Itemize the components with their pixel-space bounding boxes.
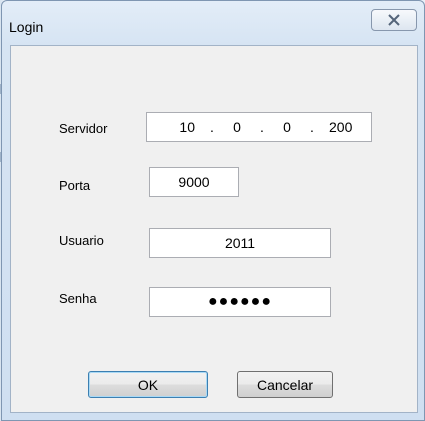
ip-separator: .	[310, 119, 314, 135]
ip-octet-1[interactable]: 10	[159, 119, 195, 135]
ip-octet-4[interactable]: 200	[329, 119, 359, 135]
close-button[interactable]	[371, 9, 417, 31]
ok-button[interactable]: OK	[88, 371, 208, 398]
servidor-ip-field[interactable]: 10 . 0 . 0 . 200	[146, 112, 372, 142]
ip-separator: .	[260, 119, 264, 135]
title-bar[interactable]: Login	[2, 1, 424, 45]
senha-field[interactable]: ●●●●●●	[149, 287, 331, 317]
ip-octet-3[interactable]: 0	[279, 119, 295, 135]
cancel-button[interactable]: Cancelar	[237, 371, 333, 398]
close-icon	[388, 14, 400, 26]
porta-label: Porta	[59, 178, 91, 193]
usuario-field[interactable]: 2011	[149, 228, 331, 258]
senha-label: Senha	[59, 291, 97, 306]
ip-octet-2[interactable]: 0	[229, 119, 245, 135]
ip-separator: .	[210, 119, 214, 135]
dialog-body: Servidor 10 . 0 . 0 . 200 Porta 9000 Usu…	[10, 45, 418, 413]
porta-field[interactable]: 9000	[149, 167, 239, 197]
usuario-label: Usuario	[59, 233, 104, 248]
servidor-label: Servidor	[59, 121, 108, 136]
login-dialog: Login Servidor 10 . 0 . 0 . 200 Porta 90…	[1, 0, 425, 421]
dialog-title: Login	[9, 19, 44, 35]
